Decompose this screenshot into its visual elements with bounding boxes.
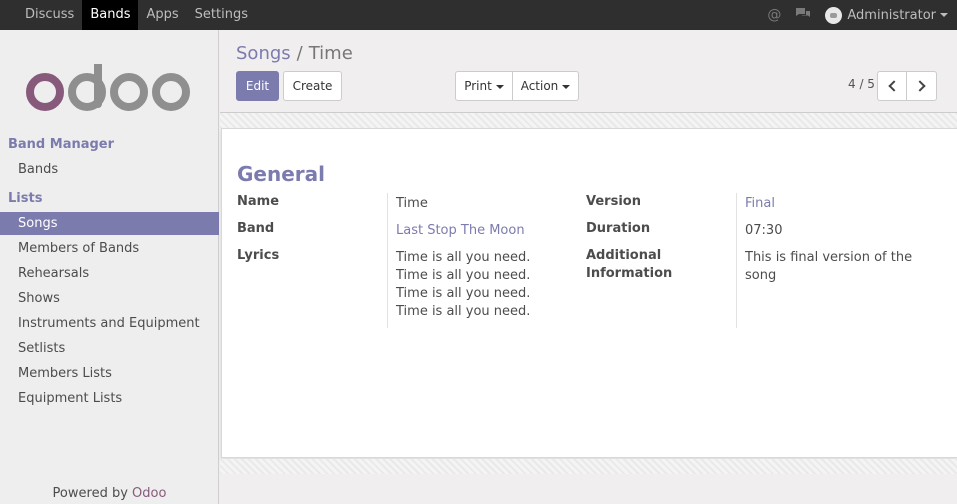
at-icon[interactable]: @ [767,7,781,23]
action-label: Action [520,79,559,93]
field-label-duration: Duration [586,221,651,236]
sidebar: Band Manager Bands Lists Songs Members o… [0,30,219,504]
chat-bubbles-icon[interactable] [795,7,811,24]
breadcrumb-current: Time [308,43,353,64]
menu-settings[interactable]: Settings [187,0,256,30]
field-label-additional-information-line2: Information [586,266,673,281]
sheet-bottom-stripe [220,459,957,474]
breadcrumb: Songs / Time [236,43,353,64]
sidebar-item-equipment-lists[interactable]: Equipment Lists [0,387,219,410]
pager-buttons [877,71,937,101]
chevron-left-icon [887,80,900,92]
sidebar-item-instruments-and-equipment[interactable]: Instruments and Equipment [0,312,219,335]
breadcrumb-songs[interactable]: Songs [236,43,291,64]
field-label-band: Band [237,221,275,236]
print-label: Print [464,79,492,93]
chevron-right-icon [914,80,926,92]
user-name: Administrator [847,7,936,23]
group-title-general: General [237,162,325,186]
section-title-lists: Lists [8,191,43,206]
caret-down-icon [940,13,948,17]
field-value-lyrics-line: Time is all you need. [396,250,531,265]
field-label-version: Version [586,194,641,209]
powered-by-link[interactable]: Odoo [132,486,166,501]
powered-by: Powered by Odoo [0,486,219,501]
action-dropdown[interactable]: Action [513,71,579,101]
caret-down-icon [562,84,571,89]
odoo-logo [26,64,190,111]
field-label-additional-information: Additional [586,248,662,263]
field-value-lyrics-line: Time is all you need. [396,286,531,301]
user-menu[interactable]: Administrator [825,6,948,24]
create-button[interactable]: Create [283,71,342,101]
sidebar-item-rehearsals[interactable]: Rehearsals [0,262,219,285]
print-dropdown[interactable]: Print [455,71,513,101]
sidebar-item-songs[interactable]: Songs [0,212,219,235]
app-menu: Discuss Bands Apps Settings [17,0,256,30]
field-value-additional-information-line2: song [745,268,777,283]
sidebar-item-members-of-bands[interactable]: Members of Bands [0,237,219,260]
sidebar-actions: Print Action [455,71,579,101]
section-title-band-manager: Band Manager [8,137,115,152]
edit-button[interactable]: Edit [236,71,279,101]
pager-value[interactable]: 4 / 5 [848,77,875,91]
field-value-duration: 07:30 [745,223,783,238]
powered-by-prefix: Powered by [52,486,128,501]
menu-apps[interactable]: Apps [138,0,186,30]
menu-bands[interactable]: Bands [82,0,139,30]
field-value-band-link[interactable]: Last Stop The Moon [396,223,525,238]
breadcrumb-separator: / [296,43,303,64]
field-value-version-link[interactable]: Final [745,196,775,211]
column-divider [736,193,737,328]
sidebar-item-shows[interactable]: Shows [0,287,219,310]
field-value-lyrics-line: Time is all you need. [396,268,531,283]
caret-down-icon [495,84,504,89]
top-navbar: Discuss Bands Apps Settings @ Administra… [0,0,957,30]
avatar [825,6,843,24]
sheet-top-stripe [220,113,957,128]
pager-next-button[interactable] [907,71,937,101]
sidebar-item-members-lists[interactable]: Members Lists [0,362,219,385]
systray: @ Administrator [767,0,957,30]
sidebar-item-setlists[interactable]: Setlists [0,337,219,360]
field-value-name: Time [396,196,428,211]
menu-discuss[interactable]: Discuss [17,0,82,30]
column-divider [387,193,388,328]
sidebar-item-bands[interactable]: Bands [0,158,219,181]
field-label-lyrics: Lyrics [237,248,280,263]
pager-previous-button[interactable] [877,71,907,101]
form-sheet [221,128,957,458]
field-value-lyrics-line: Time is all you need. [396,304,531,319]
field-label-name: Name [237,194,280,209]
field-value-additional-information: This is final version of the [745,250,913,265]
